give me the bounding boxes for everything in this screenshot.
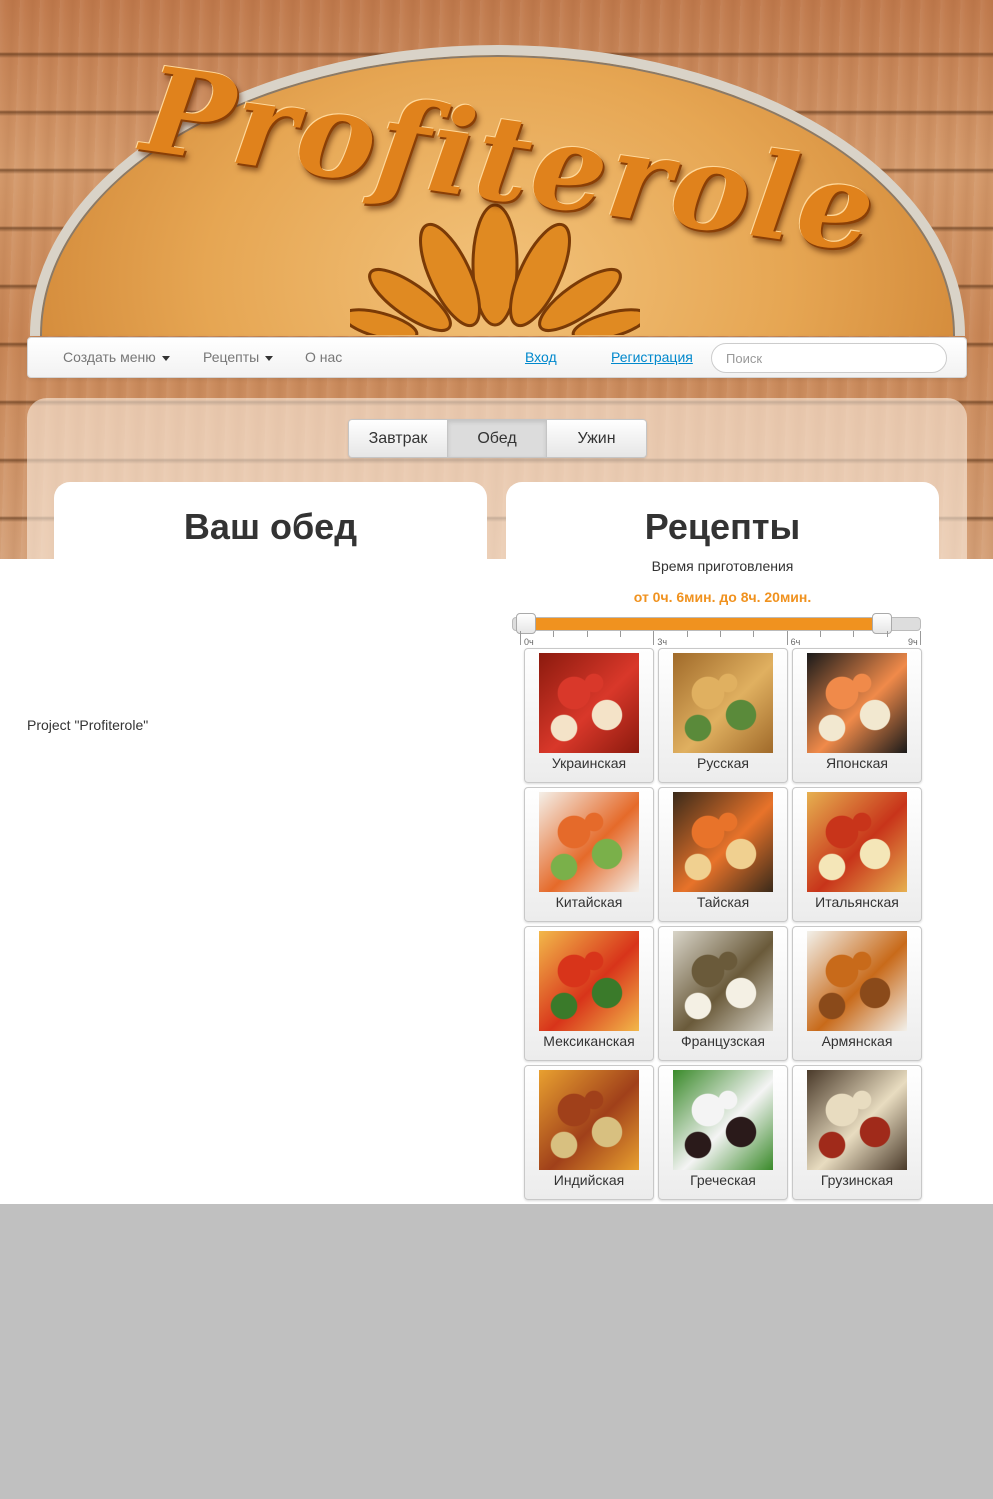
slider-tick	[653, 631, 655, 645]
nachos-photo	[539, 931, 639, 1031]
cuisine-tile[interactable]: Армянская	[792, 926, 922, 1061]
cuisine-label: Греческая	[690, 1172, 756, 1188]
slider-tick	[620, 631, 621, 637]
cuisine-label: Армянская	[821, 1033, 893, 1049]
chevron-down-icon	[265, 355, 274, 361]
slider-tick	[686, 631, 688, 637]
sushi-photo	[807, 653, 907, 753]
recipes-title: Рецепты	[644, 506, 801, 547]
escargot-photo	[673, 931, 773, 1031]
cuisine-label: Украинская	[551, 755, 627, 771]
cuisine-label: Русская	[697, 755, 749, 771]
feast-photo	[673, 653, 773, 753]
slider-tick	[920, 631, 921, 645]
logo-header: Profiterole	[0, 0, 993, 336]
meal-tabs: Завтрак Обед Ужин	[348, 419, 647, 458]
cuisine-tile[interactable]: Мексиканская	[524, 926, 654, 1061]
cuisine-tile[interactable]: Японская	[792, 648, 922, 783]
slider-tick-label: 0ч	[524, 637, 534, 647]
cuisine-tile[interactable]: Французская	[658, 926, 788, 1061]
greek-salad-photo	[673, 1070, 773, 1170]
slider-tick	[753, 631, 755, 637]
tab-breakfast[interactable]: Завтрак	[349, 420, 448, 457]
slider-tick-label: 3ч	[657, 637, 668, 647]
slider-ticks: 0ч 3ч 6ч 9ч	[520, 631, 921, 648]
pizza-photo	[807, 792, 907, 892]
cuisine-tile[interactable]: Грузинская	[792, 1065, 922, 1200]
cuisine-label: Китайская	[555, 894, 623, 910]
slider-tick	[553, 631, 555, 637]
slider-tick	[820, 631, 821, 637]
cuisine-label: Итальянская	[815, 894, 899, 910]
slider-tick-label: 6ч	[790, 637, 801, 647]
cook-time-label: Время приготовления	[651, 558, 794, 574]
cuisine-tile[interactable]: Русская	[658, 648, 788, 783]
cuisine-tile[interactable]: Итальянская	[792, 787, 922, 922]
nav-recipes[interactable]: Рецепты	[203, 349, 274, 365]
register-link[interactable]: Регистрация	[611, 349, 693, 365]
nav-create-menu-label: Создать меню	[63, 349, 156, 365]
slider-tick	[886, 631, 888, 637]
search-input[interactable]	[711, 343, 947, 373]
cuisine-label: Французская	[680, 1033, 766, 1049]
cuisine-tile[interactable]: Китайская	[524, 787, 654, 922]
slider-tick	[520, 631, 521, 645]
slider-tick	[786, 631, 788, 645]
cuisine-label: Японская	[825, 755, 888, 771]
tab-lunch[interactable]: Обед	[448, 420, 547, 457]
navbar: Создать меню Рецепты О нас Вход Регистра…	[27, 337, 967, 378]
chinese-dish-photo	[539, 792, 639, 892]
slider-tick	[586, 631, 588, 637]
cuisine-label: Индийская	[553, 1172, 625, 1188]
cook-time-range: от 0ч. 6мин. до 8ч. 20мин.	[633, 589, 812, 605]
slider-tick	[720, 631, 721, 637]
slider-tick	[853, 631, 855, 637]
your-meal-card: Ваш обед	[54, 482, 487, 559]
slider-range-fill	[527, 618, 884, 630]
cuisine-label: Тайская	[696, 894, 750, 910]
cook-time-slider[interactable]	[512, 617, 921, 631]
cuisine-label: Мексиканская	[543, 1033, 635, 1049]
cuisine-tile[interactable]: Индийская	[524, 1065, 654, 1200]
soup-bowl-photo	[807, 931, 907, 1031]
slider-tick-label: 9ч	[908, 637, 918, 647]
nav-recipes-label: Рецепты	[203, 349, 260, 365]
nav-about[interactable]: О нас	[305, 349, 342, 365]
login-link[interactable]: Вход	[525, 349, 557, 365]
your-meal-title: Ваш обед	[183, 506, 358, 547]
cuisine-label: Грузинская	[820, 1172, 894, 1188]
khinkali-photo	[807, 1070, 907, 1170]
cuisine-tile[interactable]: Греческая	[658, 1065, 788, 1200]
recipes-card: Рецепты	[506, 482, 939, 559]
borscht-photo	[539, 653, 639, 753]
spices-photo	[539, 1070, 639, 1170]
nav-create-menu[interactable]: Создать меню	[63, 349, 170, 365]
thai-seafood-photo	[673, 792, 773, 892]
cuisine-tile[interactable]: Украинская	[524, 648, 654, 783]
cuisine-tile[interactable]: Тайская	[658, 787, 788, 922]
project-footer: Project "Profiterole"	[27, 717, 149, 733]
tab-dinner[interactable]: Ужин	[547, 420, 646, 457]
chevron-down-icon	[161, 355, 170, 361]
